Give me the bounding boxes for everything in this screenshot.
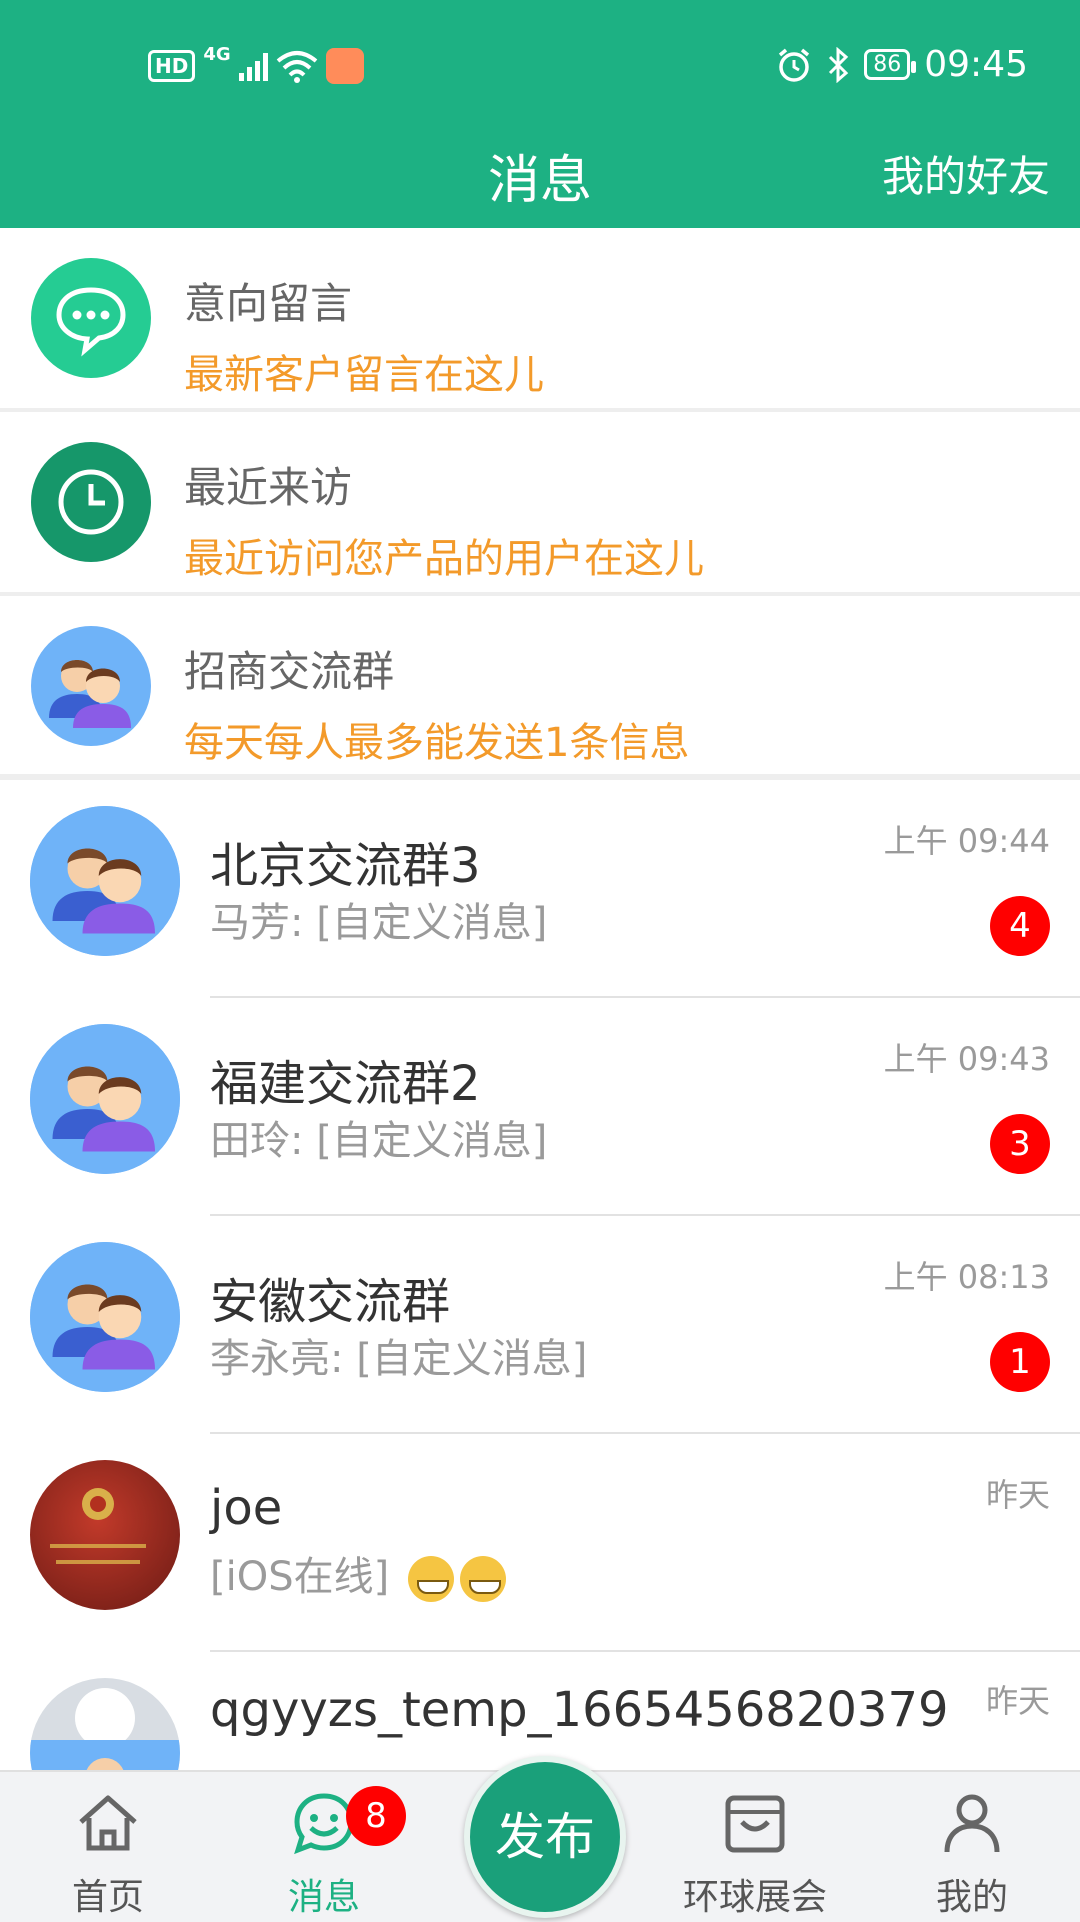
my-friends-button[interactable]: 我的好友 xyxy=(882,143,1050,204)
conversation-last-message: 李永亮: [自定义消息] xyxy=(210,1336,588,1382)
feature-title: 意向留言 xyxy=(184,279,353,328)
nav-label: 环球展会 xyxy=(682,1877,827,1918)
conversation-time: 昨天 xyxy=(985,1682,1050,1720)
battery-icon: 86 xyxy=(864,49,917,80)
conversation-time: 上午 09:44 xyxy=(883,822,1050,860)
unread-badge: 1 xyxy=(990,1332,1050,1392)
health-app-icon xyxy=(325,48,364,84)
feature-subtitle: 最新客户留言在这儿 xyxy=(184,352,544,398)
feature-row-intent-messages[interactable]: 意向留言 最新客户留言在这儿 xyxy=(0,228,1080,408)
feature-row-recent-visitors[interactable]: 最近来访 最近访问您产品的用户在这儿 xyxy=(0,412,1080,592)
alarm-icon xyxy=(779,48,810,82)
nav-label: 首页 xyxy=(71,1877,144,1918)
wifi-icon xyxy=(276,51,317,83)
conversation-last-message: 田玲: [自定义消息] xyxy=(210,1118,548,1164)
shopping-bag-icon xyxy=(725,1795,785,1853)
feature-row-investment-group[interactable]: 招商交流群 每天每人最多能发送1条信息 xyxy=(0,596,1080,776)
chat-bubble-icon xyxy=(31,258,151,378)
conversation-time: 昨天 xyxy=(985,1476,1050,1514)
bluetooth-icon xyxy=(829,46,849,83)
group-avatar xyxy=(30,1242,180,1392)
group-avatar xyxy=(30,1024,180,1174)
conversation-item[interactable]: 北京交流群3 马芳: [自定义消息] 上午 09:44 4 xyxy=(0,780,1080,998)
nav-mine[interactable]: 我的 xyxy=(882,1772,1062,1922)
clock-time: 09:45 xyxy=(924,44,1028,85)
feature-title: 招商交流群 xyxy=(184,647,395,696)
group-icon xyxy=(31,626,151,746)
group-avatar xyxy=(30,806,180,956)
status-bar: HD 4G 86 09:45 xyxy=(0,0,1080,130)
status-text: [iOS在线] xyxy=(210,1554,390,1600)
app-header: HD 4G 86 09:45 消息 我的好友 xyxy=(0,0,1080,228)
conversation-item[interactable]: qgyyzs_temp_1665456820379 昨天 xyxy=(0,1652,1080,1770)
user-avatar xyxy=(30,1678,180,1770)
status-right: 86 09:45 xyxy=(776,44,1028,85)
feature-title: 最近来访 xyxy=(184,463,353,512)
signal-icon xyxy=(238,51,268,81)
feature-subtitle: 每天每人最多能发送1条信息 xyxy=(184,720,690,766)
conversation-name: joe xyxy=(210,1480,283,1536)
nav-global-expo[interactable]: 环球展会 xyxy=(665,1772,845,1922)
grinning-emoji-icon xyxy=(407,1556,454,1602)
conversation-name: 福建交流群2 xyxy=(210,1056,481,1112)
nav-label: 消息 xyxy=(287,1877,360,1918)
conversation-last-message: 马芳: [自定义消息] xyxy=(210,900,548,946)
unread-badge: 3 xyxy=(990,1114,1050,1174)
home-icon xyxy=(79,1795,137,1851)
user-avatar xyxy=(30,1460,180,1610)
nav-label: 我的 xyxy=(935,1877,1008,1918)
publish-button[interactable]: 发布 xyxy=(464,1756,626,1918)
nav-home[interactable]: 首页 xyxy=(18,1772,198,1922)
conversation-item[interactable]: 安徽交流群 李永亮: [自定义消息] 上午 08:13 1 xyxy=(0,1216,1080,1434)
network-type: 4G xyxy=(203,43,231,65)
conversation-item[interactable]: 福建交流群2 田玲: [自定义消息] 上午 09:43 3 xyxy=(0,998,1080,1216)
grinning-emoji-icon xyxy=(459,1556,506,1602)
clock-icon xyxy=(31,442,151,562)
conversation-name: 北京交流群3 xyxy=(210,838,481,894)
conversation-name: qgyyzs_temp_1665456820379 xyxy=(210,1682,949,1738)
conversation-item[interactable]: joe [iOS在线] 昨天 xyxy=(0,1434,1080,1652)
status-left: HD 4G xyxy=(148,44,364,84)
conversation-last-message: [iOS在线] xyxy=(210,1544,506,1602)
conversation-time: 上午 08:13 xyxy=(883,1258,1050,1296)
conversation-time: 上午 09:43 xyxy=(883,1040,1050,1078)
unread-badge: 4 xyxy=(990,896,1050,956)
messages-unread-badge: 8 xyxy=(346,1786,406,1846)
conversation-name: 安徽交流群 xyxy=(210,1274,451,1330)
hd-icon: HD xyxy=(148,50,196,82)
feature-subtitle: 最近访问您产品的用户在这儿 xyxy=(184,536,704,582)
person-icon xyxy=(944,1794,1000,1853)
